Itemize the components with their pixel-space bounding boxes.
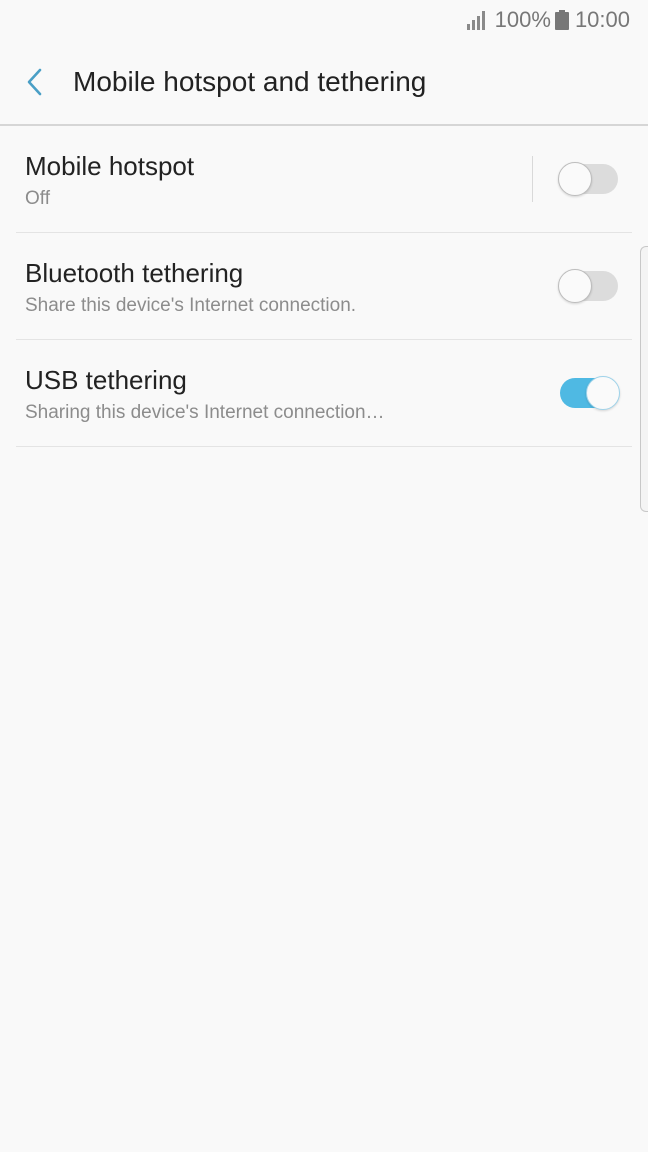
usb-tethering-toggle[interactable] — [560, 376, 620, 410]
bluetooth-tethering-summary: Share this device's Internet connection. — [25, 295, 357, 316]
toggle-knob — [558, 269, 592, 303]
status-bar: 100% 10:00 — [0, 0, 648, 40]
settings-list: Mobile hotspot Off Bluetooth tethering S… — [16, 126, 632, 447]
page-title: Mobile hotspot and tethering — [73, 66, 427, 97]
usb-tethering-title: USB tethering — [25, 365, 187, 395]
list-item-usb-tethering[interactable]: USB tethering Sharing this device's Inte… — [16, 340, 632, 447]
mobile-hotspot-toggle[interactable] — [558, 162, 618, 196]
app-bar: Mobile hotspot and tethering — [0, 40, 648, 126]
bluetooth-tethering-title: Bluetooth tethering — [25, 258, 244, 288]
toggle-knob — [558, 162, 592, 196]
clock: 10:00 — [574, 7, 630, 32]
mobile-hotspot-status: Off — [25, 188, 50, 209]
back-button[interactable] — [0, 40, 70, 124]
signal-icon — [466, 11, 485, 30]
battery-icon — [554, 10, 569, 30]
battery-percent: 100% — [494, 7, 551, 32]
toggle-knob — [586, 376, 620, 410]
edge-panel-handle[interactable] — [640, 246, 648, 512]
bluetooth-tethering-toggle[interactable] — [558, 269, 618, 303]
chevron-left-icon — [27, 68, 42, 96]
mobile-hotspot-title: Mobile hotspot — [25, 151, 195, 181]
list-item-mobile-hotspot[interactable]: Mobile hotspot Off — [16, 126, 632, 233]
list-item-bluetooth-tethering[interactable]: Bluetooth tethering Share this device's … — [16, 233, 632, 340]
usb-tethering-summary: Sharing this device's Internet connectio… — [25, 402, 385, 423]
divider — [532, 156, 533, 202]
